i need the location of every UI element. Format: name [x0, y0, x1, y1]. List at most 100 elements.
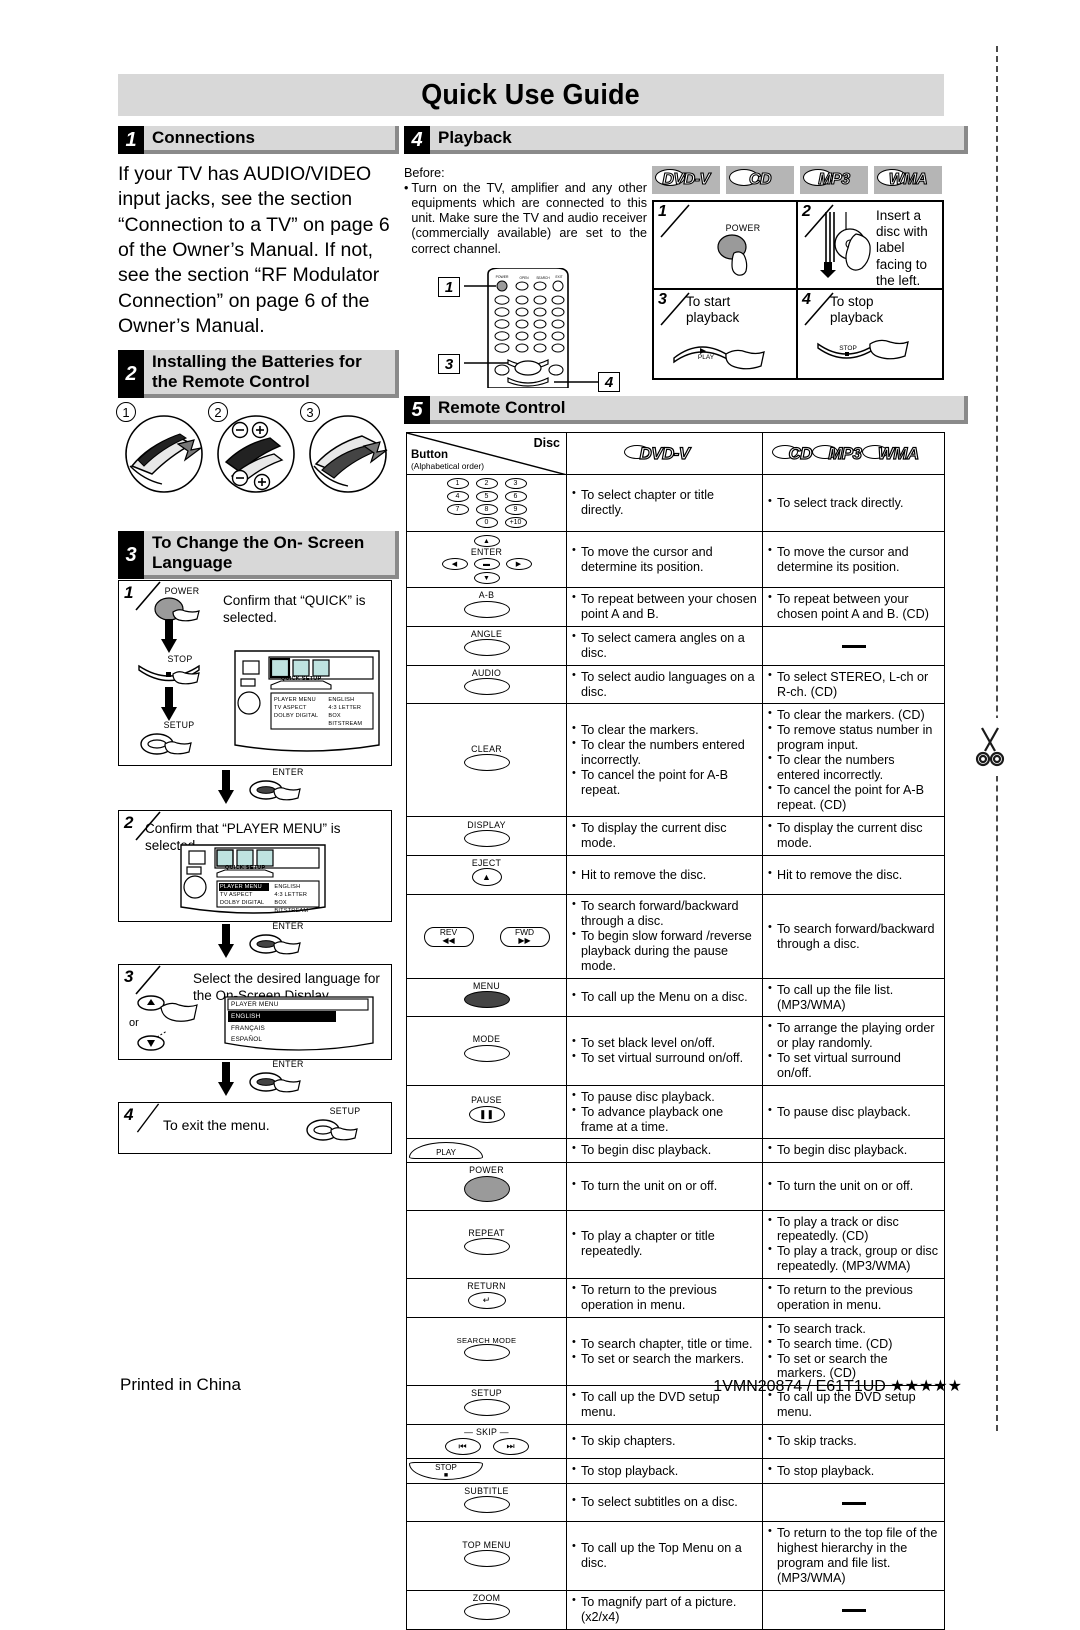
enter-key[interactable]: ▬ [473, 558, 500, 571]
player-menu-option-2[interactable]: FRANÇAIS [231, 1024, 265, 1034]
button-cell-mode: MODE [406, 1016, 567, 1086]
svg-text:OPEN: OPEN [519, 276, 529, 280]
button-cell-skip: — SKIP — ⏮ ⏭ [406, 1423, 567, 1460]
num-key-plus10[interactable]: +10 [504, 517, 527, 528]
dvd-cell-power: To turn the unit on or off. [566, 1162, 763, 1211]
setup-exit-illustration: SETUP [303, 1106, 387, 1151]
audio-button-key[interactable] [463, 678, 510, 696]
other-cell-display: To display the current disc mode. [762, 816, 945, 857]
dvd-cell-display: To display the current disc mode. [566, 816, 763, 857]
dvd-cell-number-keys: To select chapter or title directly. [566, 474, 763, 532]
stop-button-key[interactable]: STOP ■ [409, 1462, 483, 1481]
osd-quick-setup-2: QUICK SETUP PLAYER MENU TV ASPECT DOLBY … [177, 843, 329, 924]
power-row-key[interactable] [463, 1175, 510, 1202]
eject-button-label: EJECT [471, 858, 502, 869]
num-key-8[interactable]: 8 [475, 504, 498, 515]
dvd-cell-return: To return to the previous operation in m… [566, 1278, 763, 1318]
num-key-6[interactable]: 6 [504, 491, 527, 502]
table-row-ab: A-B To repeat between your chosen point … [406, 587, 945, 627]
desc-item: To clear the numbers entered incorrectly… [572, 737, 757, 768]
angle-button-key[interactable] [463, 639, 510, 657]
subtitle-button-key[interactable] [463, 1496, 510, 1514]
eject-button-key[interactable]: ▲ [471, 868, 502, 887]
setup-exit-glyph [306, 1119, 358, 1141]
button-cell-zoom: ZOOM [406, 1589, 567, 1630]
other-cell-pause: To pause disc playback. [762, 1084, 945, 1140]
desc-item: To cancel the point for A-B repeat. [572, 767, 757, 798]
cursor-up-key[interactable]: ▲ [473, 535, 500, 547]
repeat-button-key[interactable] [463, 1237, 510, 1255]
osd2-row-value-3: BITSTREAM [274, 908, 309, 915]
table-row-top-menu: TOP MENU To call up the Top Menu on a di… [406, 1521, 945, 1591]
num-key-3[interactable]: 3 [504, 478, 527, 489]
num-key-7[interactable]: 7 [446, 504, 469, 515]
playback-cell-1: 1 POWER [654, 202, 798, 290]
desc-item: To select audio languages on a disc. [572, 669, 757, 700]
header-badge-wma: WMA [861, 443, 920, 464]
search-mode-button-key[interactable] [463, 1344, 510, 1362]
ab-button-label: A-B [478, 590, 495, 601]
button-cell-rev-fwd: REV ◀◀ FWD ▶▶ [406, 894, 567, 979]
pause-button-key[interactable]: ❚❚ [468, 1105, 505, 1123]
player-menu-option-1[interactable]: ENGLISH [231, 1012, 260, 1022]
num-key-0[interactable]: 0 [475, 517, 498, 528]
cursor-right-key[interactable]: ▶ [505, 558, 532, 571]
other-cell-top-menu: To return to the top file of the highest… [762, 1521, 945, 1591]
num-key-4[interactable]: 4 [446, 491, 469, 502]
mode-button-key[interactable] [463, 1044, 510, 1062]
display-button-key[interactable] [463, 829, 510, 847]
osd2-row-value-1: ENGLISH [274, 884, 301, 890]
skip-next-key[interactable]: ⏭ [492, 1438, 529, 1456]
num-key-2[interactable]: 2 [475, 478, 498, 489]
battery-step-2: 2 [208, 402, 296, 508]
em-dash-icon-2 [841, 1501, 866, 1505]
zoom-button-key[interactable] [463, 1603, 510, 1621]
cursor-down-key[interactable]: ▼ [473, 572, 500, 585]
header-badge-dvd-label: DVD-V [639, 443, 691, 463]
return-button-label: RETURN [467, 1281, 506, 1292]
cell-corner-slash-1 [660, 204, 690, 238]
ab-button-key[interactable] [463, 600, 510, 618]
table-row-return: RETURN ↵ To return to the previous opera… [406, 1278, 945, 1318]
stop-button-label: STOP [435, 1463, 457, 1473]
header-cell-dvd: DVD-V [566, 432, 763, 475]
setup-row-key[interactable] [463, 1398, 510, 1416]
section-title-remote: Remote Control [430, 396, 968, 424]
return-button-key[interactable]: ↵ [467, 1291, 506, 1309]
osd-header-1: QUICK SETUP [281, 676, 322, 682]
skip-next-icon: ⏭ [506, 1441, 515, 1452]
button-cell-display: DISPLAY [406, 816, 567, 857]
display-button-label: DISPLAY [467, 819, 506, 830]
button-cell-play: PLAY [406, 1138, 567, 1164]
fwd-button-key[interactable]: FWD ▶▶ [499, 926, 550, 947]
play-button-key[interactable]: PLAY [409, 1142, 483, 1160]
num-key-1[interactable]: 1 [446, 478, 469, 489]
desc-item: To turn the unit on or off. [768, 1178, 939, 1194]
rev-button-key[interactable]: REV ◀◀ [423, 926, 474, 947]
table-row-number-keys: 123 456 789 0 +10 To select chapter or ti… [406, 474, 945, 532]
player-menu-option-3[interactable]: ESPAÑOL [231, 1035, 262, 1045]
playback-play-illustration: PLAY [670, 336, 786, 375]
enter-key-label: ENTER [470, 547, 503, 557]
num-key-9[interactable]: 9 [504, 504, 527, 515]
other-cell-menu: To call up the file list. (MP3/WMA) [762, 977, 945, 1018]
osd-row-value-3: BITSTREAM [328, 721, 363, 728]
cursor-left-key[interactable]: ◀ [441, 558, 468, 571]
playback-play-glyph: PLAY [673, 346, 765, 370]
top-menu-button-key[interactable] [463, 1549, 510, 1567]
desc-item: To clear the markers. [572, 722, 757, 738]
angle-button-label: ANGLE [470, 629, 503, 640]
page-title-bar: Quick Use Guide [118, 74, 944, 116]
clear-button-key[interactable] [463, 754, 510, 772]
skip-button-label: — SKIP — [464, 1426, 509, 1437]
language-step-3: 3 Select the desired language for the On… [118, 964, 392, 1060]
menu-button-key[interactable] [463, 991, 510, 1009]
num-key-5[interactable]: 5 [475, 491, 498, 502]
skip-prev-key[interactable]: ⏮ [444, 1438, 481, 1456]
section-title-batteries: Installing the Batteries for the Remote … [144, 350, 399, 398]
skip-prev-icon: ⏮ [458, 1441, 467, 1452]
dvd-cell-play: To begin disc playback. [566, 1138, 763, 1164]
desc-item: To select subtitles on a disc. [572, 1494, 757, 1510]
skip-label-text: SKIP [475, 1426, 498, 1437]
table-row-power: POWER To turn the unit on or off. To tur… [406, 1162, 945, 1211]
